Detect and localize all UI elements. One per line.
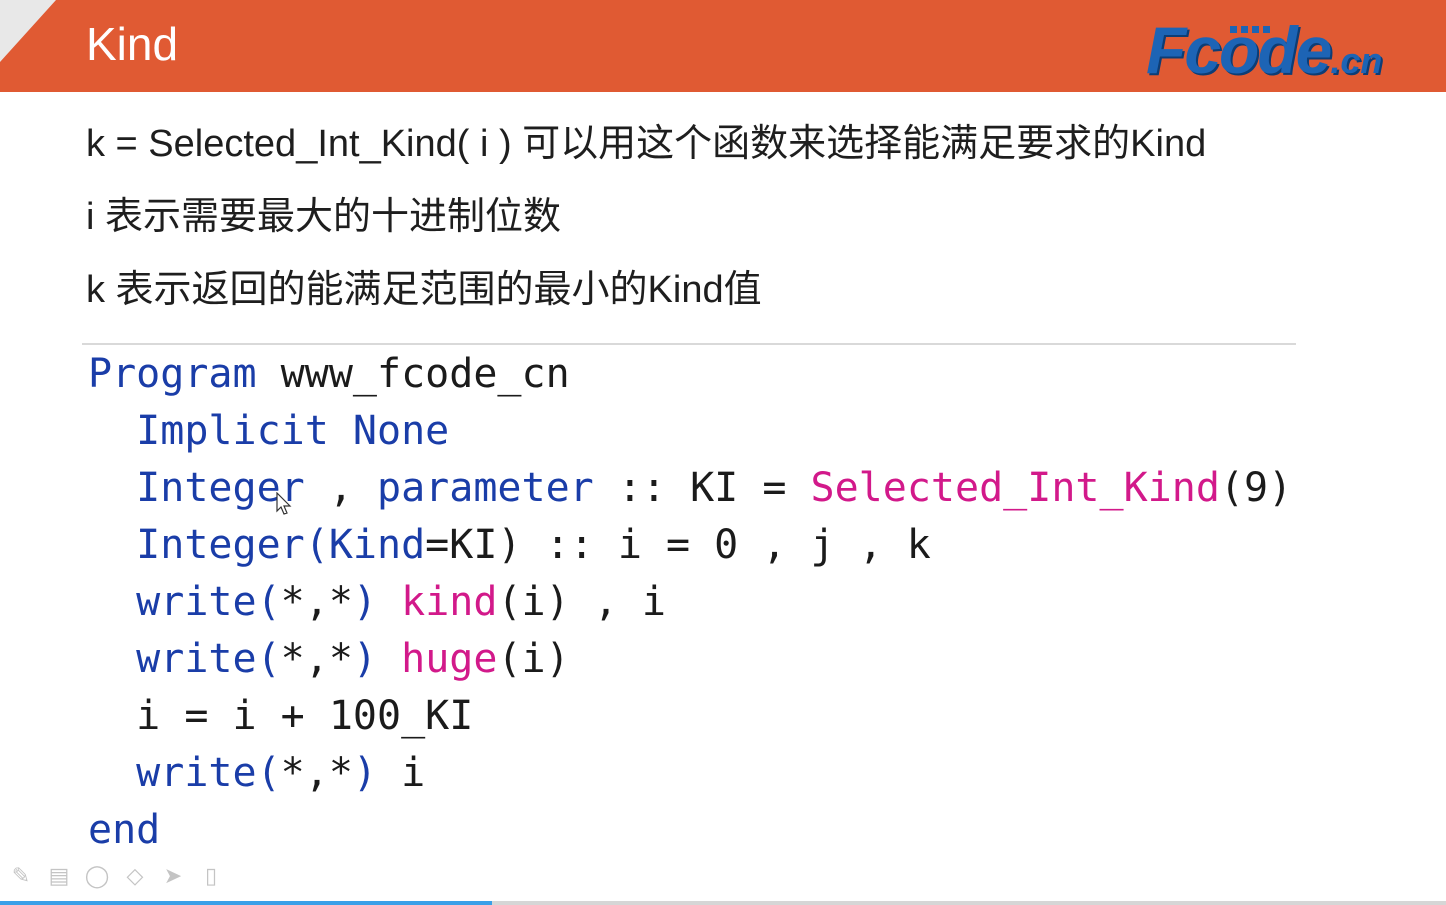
logo-text: Fcode.cn — [1146, 12, 1382, 99]
logo-suffix-text: .cn — [1330, 40, 1383, 81]
slide-header: Kind Fcode.cn — [0, 0, 1446, 92]
description-line-2: i 表示需要最大的十进制位数 — [86, 196, 562, 238]
pointer-icon[interactable]: ➤ — [158, 862, 188, 892]
keyboard-icon[interactable]: ▤ — [44, 862, 74, 892]
code-token: :: KI = — [593, 465, 811, 511]
code-token: *,* — [280, 636, 353, 682]
code-token: Implicit None — [136, 408, 450, 454]
slide-title: Kind — [86, 18, 179, 70]
logo-main-text: Fcode — [1146, 13, 1332, 87]
code-token: ) — [352, 579, 378, 625]
code-token: *,* — [280, 750, 353, 796]
code-token: i = i + 100_KI — [88, 693, 474, 739]
playback-progress-fill — [0, 901, 492, 905]
code-token: write( — [136, 636, 281, 682]
code-token: parameter — [377, 465, 594, 511]
divider — [82, 343, 1296, 345]
code-token: , — [304, 465, 377, 511]
code-token: Selected_Int_Kind — [810, 465, 1220, 511]
code-line: Integer , parameter :: KI = Selected_Int… — [88, 460, 1292, 517]
code-line: write(*,*) i — [88, 745, 1292, 802]
code-line: write(*,*) kind(i) , i — [88, 574, 1292, 631]
code-block: Program www_fcode_cn Implicit None Integ… — [88, 346, 1292, 859]
code-line: Integer(Kind=KI) :: i = 0 , j , k — [88, 517, 1292, 574]
presenter-toolbar: ✎ ▤ ◯ ◇ ➤ ▯ — [6, 860, 236, 896]
code-token: huge — [401, 636, 498, 682]
code-token: kind — [401, 579, 498, 625]
code-token: Integer(Kind — [136, 522, 426, 568]
code-token: ) — [352, 750, 378, 796]
code-token: www_fcode_cn — [256, 351, 570, 397]
code-token: write( — [136, 579, 281, 625]
eraser-icon[interactable]: ◇ — [120, 862, 150, 892]
fcode-logo: Fcode.cn — [1146, 12, 1442, 88]
description-line-3: k 表示返回的能满足范围的最小的Kind值 — [86, 269, 762, 311]
lasso-icon[interactable]: ◯ — [82, 862, 112, 892]
pen-icon[interactable]: ✎ — [6, 862, 36, 892]
remote-icon[interactable]: ▯ — [196, 862, 226, 892]
code-token: Program — [88, 351, 257, 397]
code-token: (9) — [1219, 465, 1293, 511]
code-token: end — [88, 807, 161, 853]
code-line: i = i + 100_KI — [88, 688, 1292, 745]
code-token: *,* — [280, 579, 353, 625]
description-line-1: k = Selected_Int_Kind( i ) 可以用这个函数来选择能满足… — [86, 123, 1207, 165]
page-corner-fold — [0, 0, 56, 62]
code-token: =KI) :: i = 0 , j , k — [425, 522, 931, 568]
code-token: write( — [136, 750, 281, 796]
code-token: ) — [352, 636, 378, 682]
code-line: Program www_fcode_cn — [88, 346, 1292, 403]
code-line: write(*,*) huge(i) — [88, 631, 1292, 688]
code-token: (i) , i — [497, 579, 667, 625]
playback-progress-bar[interactable] — [0, 901, 1446, 905]
mouse-cursor-icon — [276, 492, 292, 515]
code-line: end — [88, 802, 1292, 859]
code-line: Implicit None — [88, 403, 1292, 460]
code-token: (i) — [497, 636, 570, 682]
code-token: i — [377, 750, 426, 796]
